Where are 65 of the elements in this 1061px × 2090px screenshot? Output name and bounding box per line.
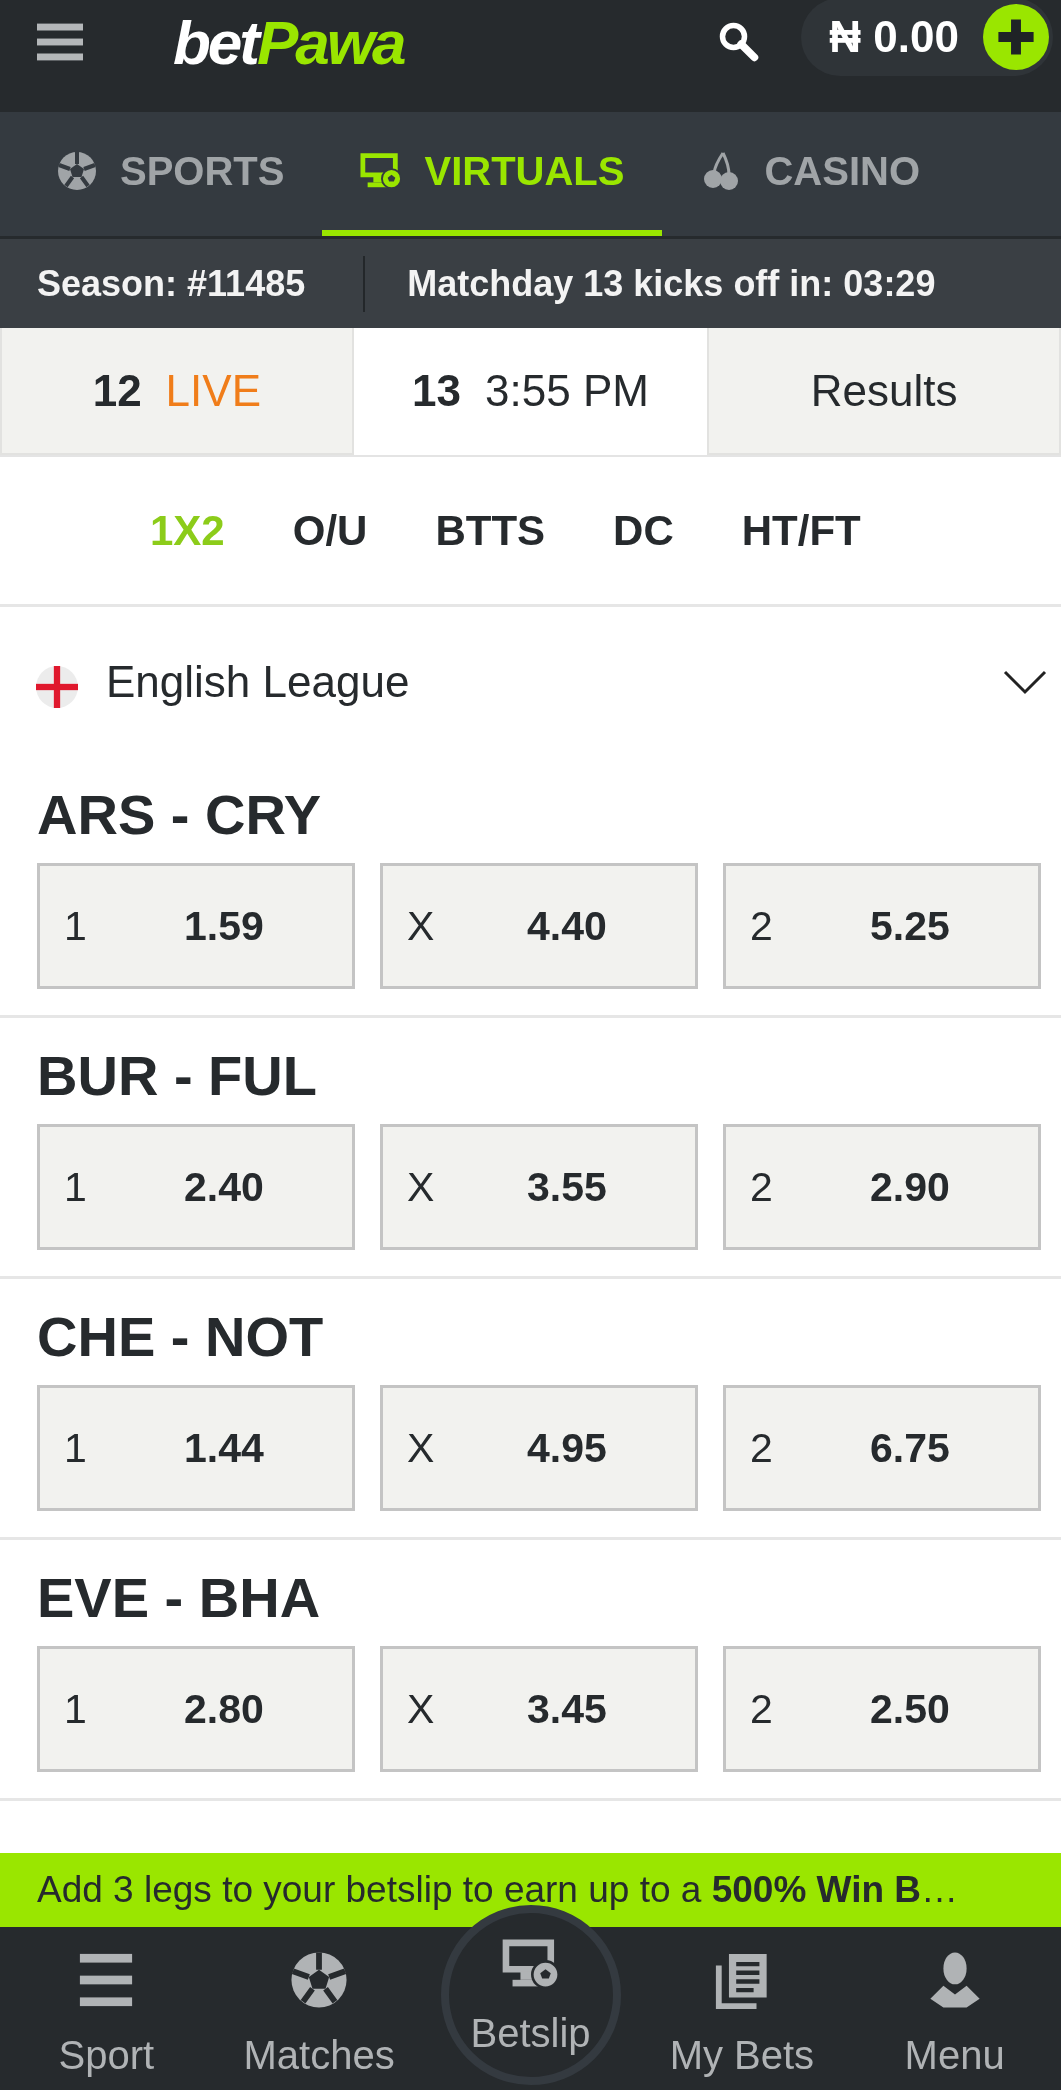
- plus-icon[interactable]: [983, 4, 1049, 70]
- section-tab[interactable]: SPORTS: [18, 112, 323, 236]
- odds-value: 1.44: [184, 1424, 264, 1472]
- odds-button[interactable]: 2 2.50: [723, 1646, 1041, 1772]
- outcome-label: 2: [750, 1424, 774, 1472]
- balance-pill[interactable]: ₦ 0.00: [801, 0, 1053, 76]
- outcome-label: X: [407, 1163, 436, 1211]
- odds-button[interactable]: 1 1.44: [37, 1385, 355, 1511]
- chevron-down-icon[interactable]: [1003, 669, 1047, 695]
- odds-value: 2.90: [870, 1163, 950, 1211]
- outcome-label: 2: [750, 902, 774, 950]
- outcome-label: 1: [64, 902, 88, 950]
- odds-button[interactable]: 1 1.59: [37, 863, 355, 989]
- outcome-label: 2: [750, 1685, 774, 1733]
- odds-button[interactable]: 1 2.80: [37, 1646, 355, 1772]
- odds-value: 1.59: [184, 902, 264, 950]
- outcome-label: 1: [64, 1685, 88, 1733]
- outcome-label: 2: [750, 1163, 774, 1211]
- odds-value: 2.40: [184, 1163, 264, 1211]
- balance-amount: ₦ 0.00: [829, 12, 959, 62]
- market-tab[interactable]: HT/FT: [741, 506, 861, 555]
- match-teams[interactable]: EVE - BHA: [37, 1566, 1043, 1630]
- promo-banner[interactable]: Add 3 legs to your betslip to earn up to a 500% Win B…: [0, 1853, 1061, 1927]
- outcome-label: X: [407, 1424, 436, 1472]
- match-teams[interactable]: BUR - FUL: [37, 1044, 1043, 1108]
- matchday-tab[interactable]: Results: [707, 328, 1061, 455]
- odds-button[interactable]: 2 6.75: [723, 1385, 1041, 1511]
- outcome-label: 1: [64, 1163, 88, 1211]
- match-teams[interactable]: ARS - CRY: [37, 783, 1043, 847]
- odds-button[interactable]: 1 2.40: [37, 1124, 355, 1250]
- odds-button[interactable]: 2 5.25: [723, 863, 1041, 989]
- bottom-nav-item[interactable]: Menu: [848, 1927, 1061, 2090]
- odds-value: 2.50: [870, 1685, 950, 1733]
- odds-button[interactable]: X 4.40: [380, 863, 698, 989]
- odds-value: 4.40: [527, 902, 607, 950]
- bottom-nav-item[interactable]: Matches: [212, 1927, 426, 2090]
- logo[interactable]: betPawa: [173, 6, 404, 78]
- odds-button[interactable]: X 3.55: [380, 1124, 698, 1250]
- soccer-ball-icon: [56, 151, 98, 191]
- england-flag-icon: [36, 666, 78, 708]
- odds-value: 2.80: [184, 1685, 264, 1733]
- market-tab[interactable]: BTTS: [435, 506, 546, 555]
- odds-value: 6.75: [870, 1424, 950, 1472]
- market-tab[interactable]: O/U: [292, 506, 368, 555]
- bottom-nav-item[interactable]: My Bets: [635, 1927, 849, 2090]
- odds-button[interactable]: X 3.45: [380, 1646, 698, 1772]
- odds-button[interactable]: 2 2.90: [723, 1124, 1041, 1250]
- outcome-label: 1: [64, 1424, 88, 1472]
- odds-value: 5.25: [870, 902, 950, 950]
- bottom-nav-item[interactable]: Sport: [0, 1927, 213, 2090]
- league-name[interactable]: English League: [106, 657, 1003, 707]
- odds-value: 3.45: [527, 1685, 607, 1733]
- monitor-ball-icon: [360, 151, 403, 191]
- odds-button[interactable]: X 4.95: [380, 1385, 698, 1511]
- market-tab[interactable]: DC: [613, 506, 674, 555]
- outcome-label: X: [407, 1685, 436, 1733]
- soccer-ball-icon: [290, 1951, 349, 2009]
- kickoff-countdown: Matchday 13 kicks off in: 03:29: [407, 262, 936, 305]
- odds-value: 3.55: [527, 1163, 607, 1211]
- season-number: Season: #11485: [37, 262, 306, 305]
- match-teams[interactable]: CHE - NOT: [37, 1305, 1043, 1369]
- section-tab[interactable]: CASINO: [662, 112, 959, 236]
- matchday-tab[interactable]: 12 LIVE: [0, 328, 354, 455]
- odds-value: 4.95: [527, 1424, 607, 1472]
- outcome-label: X: [407, 902, 436, 950]
